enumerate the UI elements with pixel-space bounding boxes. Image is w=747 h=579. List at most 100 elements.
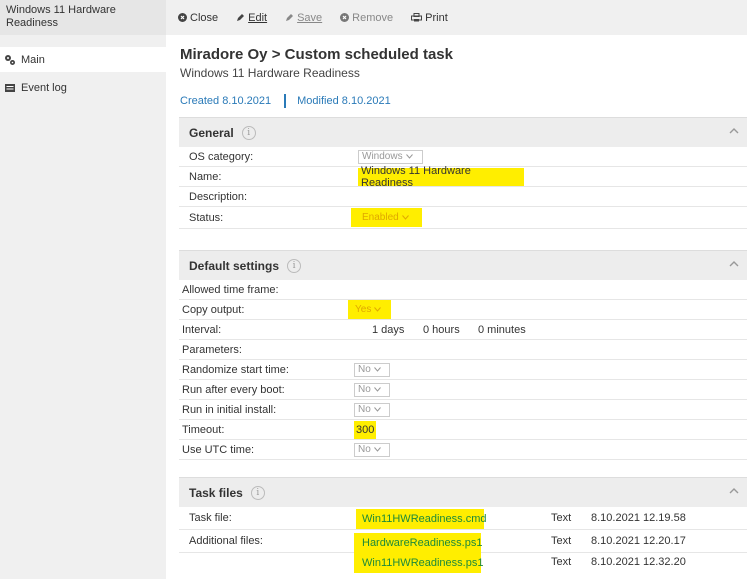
file-link[interactable]: Win11HWReadiness.cmd [356,509,487,529]
select-value: No [358,444,371,455]
edit-label: Edit [248,11,268,24]
interval-minutes[interactable]: 0 minutes [478,324,526,336]
info-icon[interactable]: i [287,258,302,273]
field-label: Additional files: [189,535,263,547]
field-label: Name: [189,170,222,183]
meta-info: Created 8.10.2021 Modified 8.10.2021 [180,94,391,108]
print-label: Print [425,11,448,24]
utc-time-select[interactable]: No [354,442,390,457]
field-label: Run in initial install: [182,403,277,416]
print-icon [411,13,423,22]
utc-time-row: Use UTC time: No [179,440,747,460]
select-value: Yes [355,304,372,315]
section-title: Task files [189,485,243,500]
info-icon[interactable]: i [241,125,256,140]
sidebar-item-main[interactable]: Main [0,47,166,72]
run-after-boot-select[interactable]: No [354,382,390,397]
interval-days[interactable]: 1 days [372,324,404,336]
name-row: Name: Windows 11 Hardware Readiness [179,165,747,189]
section-title: Default settings [189,258,280,273]
close-icon [178,13,187,22]
field-label: Use UTC time: [182,443,255,456]
run-after-boot-row: Run after every boot: No [179,380,747,400]
page-title: Miradore Oy > Custom scheduled task [180,46,453,63]
name-field[interactable]: Windows 11 Hardware Readiness [358,165,524,189]
copy-output-row: Copy output: Yes [179,300,747,320]
description-row: Description: [179,187,747,207]
default-settings-section: Default settings i Allowed time frame: C… [179,250,747,460]
copy-output-select[interactable]: Yes [348,300,391,319]
main-content: Miradore Oy > Custom scheduled task Wind… [166,35,747,579]
sidebar: Windows 11 Hardware Readiness Main Event… [0,0,166,579]
section-title: General [189,125,234,140]
general-header[interactable]: General i [179,118,747,147]
select-value: Enabled [362,212,399,223]
task-file-row: Task file: Win11HWReadiness.cmd Text 8.1… [179,507,747,530]
field-label: Timeout: [182,423,225,436]
chevron-down-icon [405,154,413,159]
info-icon[interactable]: i [250,485,265,500]
interval-row: Interval: 1 days 0 hours 0 minutes [179,320,747,340]
default-settings-header[interactable]: Default settings i [179,251,747,280]
save-button[interactable]: Save [285,12,322,24]
field-label: Parameters: [182,343,242,356]
os-category-row: OS category: Windows [179,147,747,167]
interval-hours[interactable]: 0 hours [423,324,460,336]
file-type: Text [551,512,572,524]
status-row: Status: Enabled [179,207,747,229]
general-section: General i OS category: Windows Name: Win… [179,117,747,229]
page-subtitle: Windows 11 Hardware Readiness [180,66,360,80]
modified-link[interactable]: Modified 8.10.2021 [297,95,391,107]
field-label: Task file: [189,512,232,524]
field-label: OS category: [189,150,254,163]
field-label: Status: [189,211,224,224]
file-type: Text [551,556,572,568]
select-value: Windows [362,151,403,162]
initial-install-select[interactable]: No [354,402,390,417]
os-category-select[interactable]: Windows [358,149,423,164]
select-value: No [358,364,371,375]
file-date: 8.10.2021 12.20.17 [591,535,686,547]
select-value: No [358,404,371,415]
gears-icon [5,54,15,65]
field-label: Randomize start time: [182,363,289,376]
chevron-up-icon[interactable] [729,487,739,495]
field-label: Run after every boot: [182,383,285,396]
remove-label: Remove [352,11,394,24]
task-files-section: Task files i Task file: Win11HWReadiness… [179,477,747,576]
save-label: Save [297,11,323,24]
created-link[interactable]: Created 8.10.2021 [180,95,271,107]
field-label: Interval: [182,323,222,336]
save-icon [286,14,294,21]
sidebar-item-label: Event log [21,81,67,94]
additional-file-row: Additional files: HardwareReadiness.ps1 … [179,530,747,553]
randomize-select[interactable]: No [354,362,390,377]
app-window: Windows 11 Hardware Readiness Main Event… [0,0,747,579]
field-label: Allowed time frame: [182,283,279,296]
parameters-row: Parameters: [179,340,747,360]
close-label: Close [190,11,219,24]
file-link[interactable]: Win11HWReadiness.ps1 [354,553,483,573]
remove-icon [340,13,350,22]
chevron-up-icon[interactable] [729,260,739,268]
chevron-up-icon[interactable] [729,127,739,135]
chevron-down-icon [373,447,381,452]
file-link[interactable]: HardwareReadiness.ps1 [354,533,482,553]
initial-install-row: Run in initial install: No [179,400,747,420]
timeout-field[interactable]: 300 [354,421,376,439]
task-files-header[interactable]: Task files i [179,478,747,507]
remove-button[interactable]: Remove [340,12,393,24]
status-select[interactable]: Enabled [351,208,422,227]
meta-separator [284,94,287,108]
print-button[interactable]: Print [411,12,448,24]
chevron-down-icon [374,307,382,312]
chevron-down-icon [401,215,409,220]
edit-button[interactable]: Edit [236,12,267,24]
sidebar-title: Windows 11 Hardware Readiness [0,0,166,35]
sidebar-item-event-log[interactable]: Event log [0,75,166,100]
close-button[interactable]: Close [178,12,218,24]
select-value: No [358,384,371,395]
chevron-down-icon [373,407,381,412]
field-label: Description: [189,190,248,203]
sidebar-item-label: Main [21,53,45,66]
